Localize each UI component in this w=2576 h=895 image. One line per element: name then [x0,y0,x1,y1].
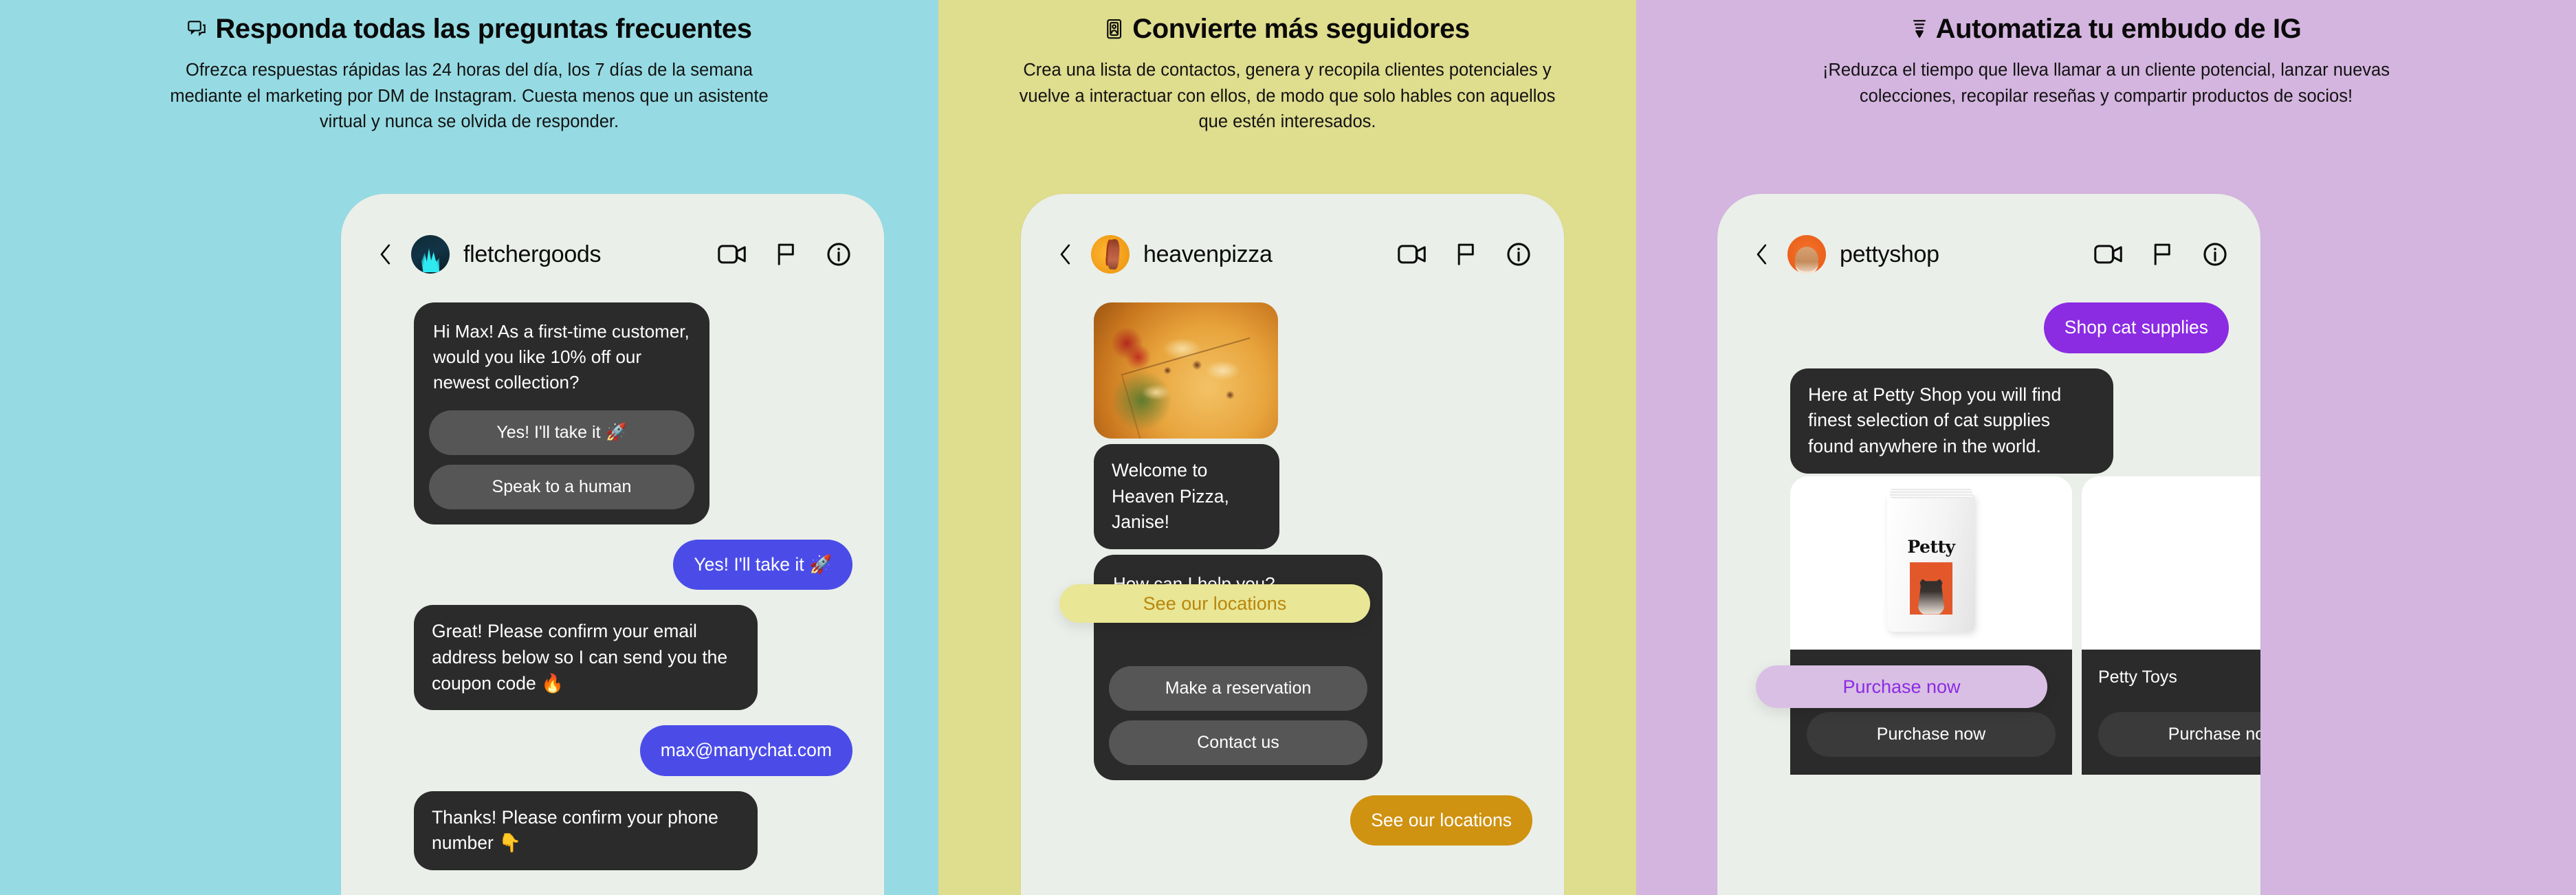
product-carousel[interactable]: Petty Petty Dry Cat Food Purchase now [1790,476,2260,775]
highlighted-quick-reply-locations[interactable]: See our locations [1059,584,1370,623]
panel-1-title-row: Responda todas las preguntas frecuentes [186,14,752,44]
bot-message-bubble: Welcome to Heaven Pizza, Janise! [1094,444,1279,549]
video-call-icon[interactable] [2094,243,2123,265]
avatar[interactable] [1091,235,1130,274]
bot-message-bubble: Great! Please confirm your email address… [414,605,758,711]
panel-3-title-row: Automatiza tu embudo de IG [1911,15,2302,43]
message-row: Thanks! Please confirm your phone number… [373,791,852,871]
quick-reply-button-yes[interactable]: Yes! I'll take it 🚀 [429,410,694,455]
chat-message-list: Welcome to Heaven Pizza, Janise! How can… [1021,282,1564,846]
panel-3-title: Automatiza tu embudo de IG [1935,14,2302,44]
video-call-icon[interactable] [1398,243,1427,265]
product-image-toys [2082,476,2260,650]
panel-faq: Responda todas las preguntas frecuentes … [0,0,938,895]
chat-username[interactable]: fletchergoods [463,241,602,268]
phone-mockup-pettyshop: pettyshop Shop cat supplies Here at Pett… [1717,194,2260,895]
panel-3-header: Automatiza tu embudo de IG ¡Reduzca el t… [1636,15,2576,109]
flag-icon[interactable] [1455,243,1477,266]
message-row: Great! Please confirm your email address… [373,605,852,711]
highlighted-purchase-now-button[interactable]: Purchase now [1756,665,2047,708]
feature-panels-board: Responda todas las preguntas frecuentes … [0,0,2576,895]
quick-reply-button-reservation[interactable]: Make a reservation [1109,665,1367,711]
panel-1-title: Responda todas las preguntas frecuentes [215,14,752,44]
user-message-bubble: max@manychat.com [639,725,852,776]
flag-icon[interactable] [2152,243,2174,266]
panel-convert-followers: Convierte más seguidores Crea una lista … [938,0,1636,895]
info-icon[interactable] [2203,242,2227,267]
phone-mockup-fletchergoods: fletchergoods Hi Max! As a first-time cu… [341,194,884,895]
chevron-left-icon[interactable] [375,242,396,267]
user-message-bubble: Shop cat supplies [2043,302,2229,353]
cat-food-bag: Petty [1887,488,1975,632]
panel-ig-funnel: Automatiza tu embudo de IG ¡Reduzca el t… [1636,0,2576,895]
chat-username[interactable]: heavenpizza [1143,241,1273,268]
bot-message-bubble: Thanks! Please confirm your phone number… [414,791,758,871]
quick-reply-button-contact[interactable]: Contact us [1109,720,1367,765]
message-row: max@manychat.com [373,725,852,776]
panel-3-subtitle: ¡Reduzca el tiempo que lleva llamar a un… [1823,60,2390,106]
pizza-photo-image [1094,302,1278,439]
chat-username[interactable]: pettyshop [1840,241,1939,268]
bot-message-text: Hi Max! As a first-time customer, would … [433,321,690,393]
chat-header-actions [1398,242,1535,267]
message-row: Here at Petty Shop you will find finest … [1749,368,2260,775]
chat-header: heavenpizza [1021,194,1564,282]
panel-2-title: Convierte más seguidores [1132,14,1470,44]
phone-mockup-heavenpizza: heavenpizza Welcome to Heaven Pizza, Jan… [1021,194,1564,895]
chat-bubbles-icon [186,19,207,39]
avatar[interactable] [1787,235,1826,274]
purchase-now-button[interactable]: Purchase now [1807,711,2056,757]
flag-icon[interactable] [775,243,797,266]
panel-2-subtitle: Crea una lista de contactos, genera y re… [1019,60,1556,132]
chat-message-list: Hi Max! As a first-time customer, would … [341,282,884,871]
info-icon[interactable] [1506,242,1531,267]
avatar [373,494,403,524]
chat-header: pettyshop [1717,194,2260,282]
panel-1-header: Responda todas las preguntas frecuentes … [0,15,938,135]
chat-header-actions [718,242,855,267]
message-row: Welcome to Heaven Pizza, Janise! How can… [1053,302,1532,780]
chat-header-actions [2094,242,2232,267]
bot-message-group: Here at Petty Shop you will find finest … [1790,368,2260,775]
funnel-icon [1911,19,1928,39]
product-brand-label: Petty [1907,536,1955,557]
panel-1-subtitle: Ofrezca respuestas rápidas las 24 horas … [170,60,769,132]
purchase-now-button[interactable]: Purchase now [2098,711,2260,757]
chat-header: fletchergoods [341,194,884,282]
quick-reply-button-human[interactable]: Speak to a human [429,464,694,509]
message-row: See our locations [1053,795,1532,846]
bot-message-bubble: Here at Petty Shop you will find finest … [1790,368,2113,474]
message-row: Yes! I'll take it 🚀 [373,539,852,590]
product-name: Petty Toys [2082,649,2260,705]
chevron-left-icon[interactable] [1055,242,1076,267]
product-action-wrap: Purchase now [2082,705,2260,775]
panel-2-header: Convierte más seguidores Crea una lista … [938,15,1636,135]
contact-card-icon [1105,19,1124,39]
avatar [373,680,403,710]
panel-2-title-row: Convierte más seguidores [1105,15,1470,43]
chevron-left-icon[interactable] [1752,242,1772,267]
product-card[interactable]: Petty Toys Purchase now [2082,476,2260,775]
product-card[interactable]: Petty Petty Dry Cat Food Purchase now [1790,476,2072,775]
message-row: Hi Max! As a first-time customer, would … [373,302,852,524]
avatar[interactable] [411,235,450,274]
user-message-bubble: See our locations [1350,795,1532,846]
video-call-icon[interactable] [718,243,747,265]
avatar [373,840,403,870]
product-image-cat-food: Petty [1790,476,2072,650]
quick-reply-card: Hi Max! As a first-time customer, would … [414,302,709,524]
user-message-bubble: Yes! I'll take it 🚀 [673,539,852,590]
product-action-wrap: Purchase now [1790,705,2072,775]
bot-message-group: Welcome to Heaven Pizza, Janise! How can… [1094,302,1383,780]
cat-photo [1910,562,1952,615]
info-icon[interactable] [826,242,851,267]
message-row: Shop cat supplies [1749,302,2229,353]
